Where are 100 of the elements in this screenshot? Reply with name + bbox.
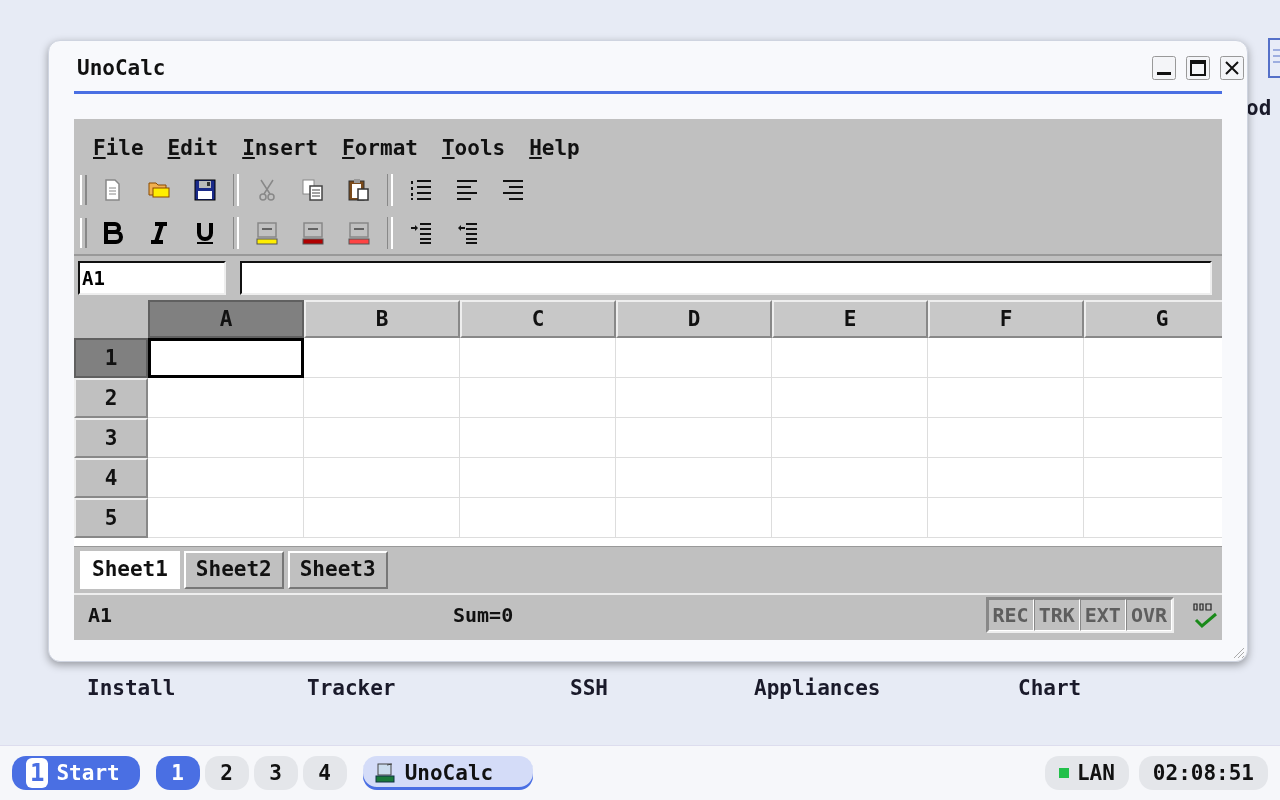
column-header[interactable]: A bbox=[148, 300, 304, 338]
align-left-icon[interactable] bbox=[455, 177, 479, 202]
toolbar-separator bbox=[387, 216, 393, 249]
table-cell[interactable] bbox=[928, 418, 1084, 458]
sheet-tab[interactable]: Sheet1 bbox=[80, 551, 180, 589]
highlight-icon[interactable] bbox=[347, 220, 371, 245]
align-right-icon[interactable] bbox=[501, 177, 525, 202]
indent-icon[interactable] bbox=[409, 220, 433, 245]
table-cell[interactable] bbox=[460, 338, 616, 378]
table-cell[interactable] bbox=[928, 498, 1084, 538]
workspace-button[interactable]: 4 bbox=[302, 756, 347, 790]
table-cell[interactable] bbox=[772, 498, 928, 538]
table-cell[interactable] bbox=[616, 458, 772, 498]
status-indicator: REC bbox=[987, 599, 1034, 631]
window-title: UnoCalc bbox=[77, 56, 166, 80]
table-cell[interactable] bbox=[148, 498, 304, 538]
resize-grip-icon[interactable] bbox=[1231, 645, 1245, 659]
clipboard-icon[interactable] bbox=[347, 177, 371, 202]
table-cell[interactable] bbox=[304, 418, 460, 458]
close-button[interactable] bbox=[1220, 56, 1244, 80]
clock[interactable]: 02:08:51 bbox=[1138, 756, 1268, 790]
status-cell-ref: A1 bbox=[88, 603, 114, 627]
table-cell[interactable] bbox=[460, 418, 616, 458]
table-cell[interactable] bbox=[772, 338, 928, 378]
table-cell[interactable] bbox=[304, 458, 460, 498]
table-cell[interactable] bbox=[928, 378, 1084, 418]
column-header[interactable]: B bbox=[304, 300, 460, 338]
network-label: LAN bbox=[1076, 761, 1115, 785]
bold-icon[interactable] bbox=[101, 220, 125, 245]
sheet-tab[interactable]: Sheet3 bbox=[287, 551, 388, 589]
column-header[interactable]: E bbox=[772, 300, 928, 338]
column-header[interactable]: C bbox=[460, 300, 616, 338]
table-cell[interactable] bbox=[772, 418, 928, 458]
menu-item[interactable]: Tools bbox=[441, 135, 506, 160]
column-header[interactable]: G bbox=[1084, 300, 1222, 338]
document-icon[interactable] bbox=[1268, 38, 1280, 78]
row-header[interactable]: 3 bbox=[74, 418, 148, 458]
toolbar-separator bbox=[233, 216, 239, 249]
desktop-icon-label[interactable]: Appliances bbox=[752, 676, 883, 700]
table-cell[interactable] bbox=[616, 338, 772, 378]
table-cell[interactable] bbox=[928, 338, 1084, 378]
table-cell[interactable] bbox=[616, 418, 772, 458]
desktop-icon-label[interactable]: SSH bbox=[568, 676, 610, 700]
table-cell[interactable] bbox=[304, 378, 460, 418]
corner-header[interactable] bbox=[74, 300, 148, 338]
row-header[interactable]: 5 bbox=[74, 498, 148, 538]
start-badge: 1 bbox=[26, 758, 49, 788]
menu-item[interactable]: File bbox=[93, 135, 144, 160]
minimize-button[interactable] bbox=[1152, 56, 1176, 80]
desktop-icon-label[interactable]: Install bbox=[85, 676, 178, 700]
row-header[interactable]: 2 bbox=[74, 378, 148, 418]
table-cell[interactable] bbox=[304, 338, 460, 378]
table-cell[interactable] bbox=[460, 498, 616, 538]
table-cell[interactable] bbox=[616, 498, 772, 538]
list-icon[interactable] bbox=[409, 177, 433, 202]
start-button[interactable]: 1 Start bbox=[12, 756, 140, 790]
menu-item[interactable]: Help bbox=[529, 135, 580, 160]
table-cell[interactable] bbox=[616, 378, 772, 418]
table-cell[interactable] bbox=[148, 418, 304, 458]
taskbar-task[interactable]: UnoCalc bbox=[362, 756, 534, 790]
column-header[interactable]: D bbox=[616, 300, 772, 338]
maximize-button[interactable] bbox=[1186, 56, 1210, 80]
desktop-icon-label[interactable]: Chart bbox=[1016, 676, 1084, 700]
copy-icon[interactable] bbox=[301, 177, 325, 202]
toolbar-grip[interactable] bbox=[80, 217, 87, 248]
row-header[interactable]: 4 bbox=[74, 458, 148, 498]
highlight-icon[interactable] bbox=[301, 220, 325, 245]
toolbar-separator bbox=[387, 173, 393, 206]
sheet-tab[interactable]: Sheet2 bbox=[183, 551, 284, 589]
desktop-icon-label[interactable]: Tracker bbox=[305, 676, 398, 700]
menu-item[interactable]: Edit bbox=[167, 135, 219, 160]
network-status[interactable]: LAN bbox=[1044, 756, 1129, 790]
toolbar-separator bbox=[233, 173, 239, 206]
status-indicator: EXT bbox=[1079, 599, 1126, 631]
table-cell[interactable] bbox=[460, 458, 616, 498]
table-cell[interactable] bbox=[148, 378, 304, 418]
toolbar-grip[interactable] bbox=[80, 174, 87, 205]
desktop-icon-label[interactable]: od bbox=[1246, 96, 1280, 120]
menu-item[interactable]: Insert bbox=[242, 135, 319, 160]
status-indicator: TRK bbox=[1033, 599, 1080, 631]
start-label: Start bbox=[56, 761, 120, 785]
formula-field[interactable] bbox=[240, 261, 1212, 295]
status-indicator: OVR bbox=[1125, 599, 1172, 631]
computer-icon bbox=[374, 763, 395, 783]
table-cell[interactable] bbox=[148, 458, 304, 498]
table-cell[interactable] bbox=[772, 458, 928, 498]
table-cell[interactable] bbox=[928, 458, 1084, 498]
workspace-button[interactable]: 1 bbox=[155, 756, 200, 790]
workspace-button[interactable]: 3 bbox=[253, 756, 298, 790]
active-cell[interactable] bbox=[148, 338, 304, 378]
table-cell[interactable] bbox=[460, 378, 616, 418]
row-header[interactable]: 1 bbox=[74, 338, 148, 378]
name-box[interactable]: A1 bbox=[78, 261, 226, 295]
table-cell[interactable] bbox=[304, 498, 460, 538]
spellcheck-icon[interactable] bbox=[1190, 600, 1220, 630]
workspace-button[interactable]: 2 bbox=[204, 756, 249, 790]
table-cell[interactable] bbox=[772, 378, 928, 418]
highlight-icon[interactable] bbox=[255, 220, 279, 245]
column-header[interactable]: F bbox=[928, 300, 1084, 338]
menu-item[interactable]: Format bbox=[342, 135, 418, 160]
